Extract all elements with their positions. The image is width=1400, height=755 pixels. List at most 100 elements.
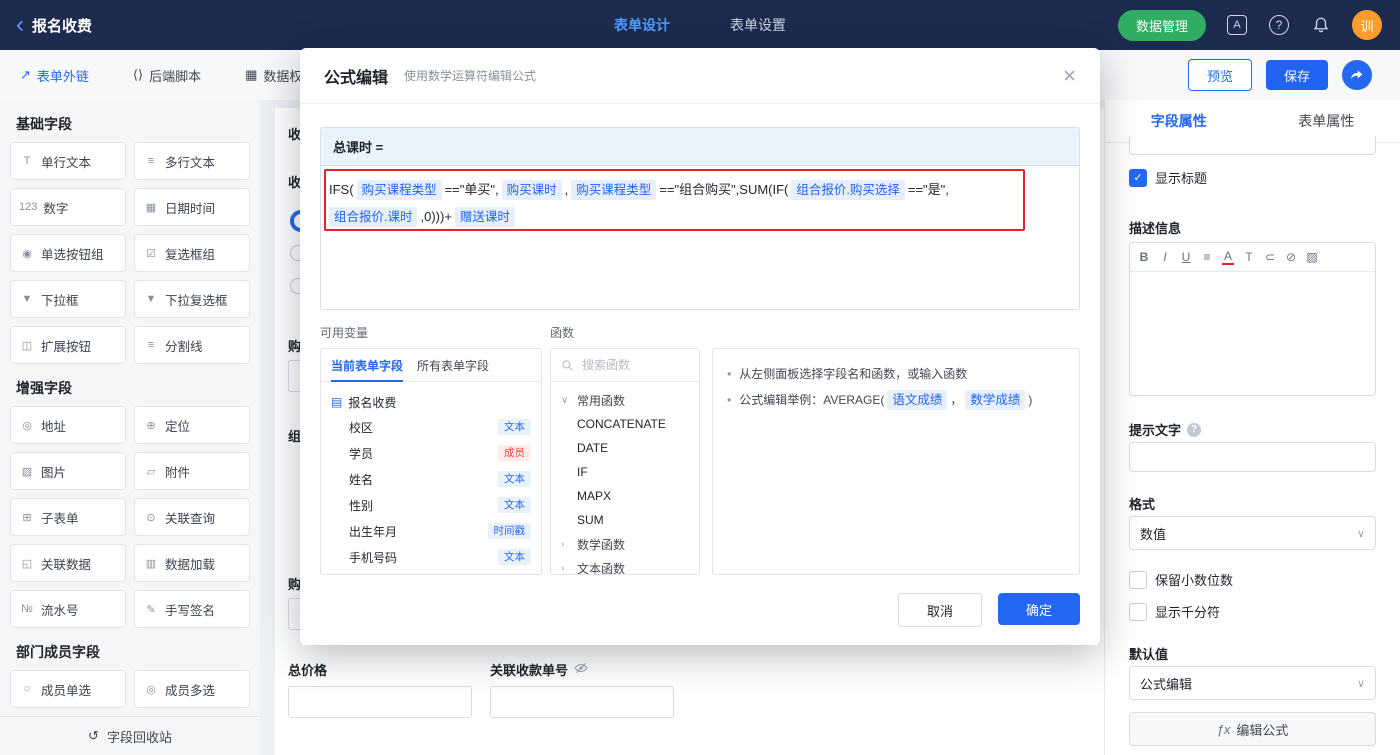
thousand-separator-checkbox-row[interactable]: 显示千分符 — [1129, 602, 1220, 621]
function-group-text[interactable]: › 文本函数 — [561, 556, 689, 575]
show-title-checkbox[interactable]: ✓ — [1129, 168, 1147, 187]
keep-decimal-checkbox-row[interactable]: 保留小数位数 — [1129, 570, 1233, 589]
field-item-member-single[interactable]: ○ 成员单选 — [10, 670, 126, 708]
field-label: 附件 — [165, 465, 191, 480]
field-recycle-bin[interactable]: ↺ 字段回收站 — [0, 716, 260, 755]
underline-icon[interactable]: U — [1180, 250, 1192, 264]
related-receipt-input[interactable] — [490, 686, 674, 718]
function-group-common[interactable]: ∨ 常用函数 — [561, 388, 689, 412]
insert-image-icon[interactable]: ▨ — [1306, 250, 1318, 264]
field-item-dropdown-multiselect[interactable]: ▼ 下拉复选框 — [134, 280, 250, 318]
field-item-data-load[interactable]: ▥ 数据加载 — [134, 544, 250, 582]
function-item-sum[interactable]: SUM — [561, 508, 689, 532]
formula-field-chip[interactable]: 购买课程类型 — [571, 180, 657, 200]
formula-field-chip[interactable]: 组合报价.课时 — [329, 207, 418, 227]
field-item-signature[interactable]: ✎ 手写签名 — [134, 590, 250, 628]
variable-row-name[interactable]: 姓名 文本 — [331, 466, 531, 492]
field-item-single-line-text[interactable]: T 单行文本 — [10, 142, 126, 180]
confirm-button[interactable]: 确定 — [998, 593, 1080, 625]
related-receipt-text: 关联收款单号 — [490, 663, 569, 678]
share-icon[interactable] — [1342, 60, 1372, 90]
keep-decimal-checkbox[interactable] — [1129, 570, 1147, 589]
italic-icon[interactable]: I — [1159, 250, 1171, 264]
tab-all-form-fields[interactable]: 所有表单字段 — [417, 349, 489, 381]
field-item-radio-group[interactable]: ◉ 单选按钮组 — [10, 234, 126, 272]
field-item-image[interactable]: ▨ 图片 — [10, 452, 126, 490]
title-input-cropped[interactable] — [1129, 136, 1376, 155]
formula-field-chip[interactable]: 购买课时 — [501, 180, 562, 200]
font-color-icon[interactable]: A — [1222, 249, 1234, 265]
signature-icon: ✎ — [146, 603, 156, 616]
chevron-right-icon: › — [561, 562, 565, 574]
form-external-link[interactable]: ↗ 表单外链 — [20, 66, 89, 85]
chevron-down-icon: ∨ — [1356, 527, 1365, 540]
total-price-input[interactable] — [288, 686, 472, 718]
function-group-math[interactable]: › 数学函数 — [561, 532, 689, 556]
field-item-member-multi[interactable]: ◎ 成员多选 — [134, 670, 250, 708]
align-icon[interactable]: ≡ — [1201, 250, 1213, 264]
formula-field-chip[interactable]: 赠送课时 — [454, 207, 515, 227]
function-item-date[interactable]: DATE — [561, 436, 689, 460]
variable-row-phone[interactable]: 手机号码 文本 — [331, 544, 531, 570]
show-title-checkbox-row[interactable]: ✓ 显示标题 — [1129, 168, 1207, 187]
tab-form-settings[interactable]: 表单设置 — [730, 15, 786, 35]
date-time-icon: ▦ — [145, 201, 157, 214]
formula-editor[interactable]: IFS(购买课程类型 =="单买", 购买课时, 购买课程类型 =="组合购买",SUM… — [321, 166, 1079, 240]
save-button[interactable]: 保存 — [1265, 60, 1328, 90]
field-label: 成员单选 — [41, 683, 92, 698]
field-item-address[interactable]: ◎ 地址 — [10, 406, 126, 444]
chevron-down-icon: ∨ — [561, 394, 569, 406]
bold-icon[interactable]: B — [1138, 250, 1150, 264]
link-icon[interactable]: ⊂ — [1264, 250, 1276, 264]
thousand-separator-checkbox[interactable] — [1129, 602, 1147, 621]
field-item-attachment[interactable]: ▱ 附件 — [134, 452, 250, 490]
close-icon[interactable]: × — [1063, 64, 1076, 86]
hint-text-input[interactable] — [1129, 442, 1376, 472]
field-item-checkbox-group[interactable]: ☑ 复选框组 — [134, 234, 250, 272]
field-item-linked-data[interactable]: ◱ 关联数据 — [10, 544, 126, 582]
cancel-button[interactable]: 取消 — [898, 593, 982, 627]
default-value-select[interactable]: 公式编辑 ∨ — [1129, 666, 1376, 700]
function-item-concatenate[interactable]: CONCATENATE — [561, 412, 689, 436]
field-item-linked-query[interactable]: ⊙ 关联查询 — [134, 498, 250, 536]
formula-target: 总课时 = — [321, 128, 1079, 166]
formula-field-chip[interactable]: 购买课程类型 — [356, 180, 442, 200]
field-item-divider[interactable]: ≡ 分割线 — [134, 326, 250, 364]
bullet-icon: • — [727, 393, 732, 407]
tab-current-form-fields[interactable]: 当前表单字段 — [331, 349, 404, 382]
properties-panel: 字段属性 表单属性 ✓ 显示标题 描述信息 B I U ≡ A T ⊂ ⊘ ▨ … — [1104, 100, 1400, 755]
tab-form-design[interactable]: 表单设计 — [614, 15, 670, 35]
richtext-toolbar: B I U ≡ A T ⊂ ⊘ ▨ — [1130, 243, 1375, 272]
formula-field-chip[interactable]: 组合报价.购买选择 — [791, 180, 905, 200]
font-size-icon[interactable]: T — [1243, 250, 1255, 264]
function-search-input[interactable] — [580, 357, 684, 373]
variable-row-student[interactable]: 学员 成员 — [331, 440, 531, 466]
show-title-label: 显示标题 — [1155, 171, 1208, 186]
field-item-location[interactable]: ⊕ 定位 — [134, 406, 250, 444]
member-single-icon: ○ — [23, 683, 31, 695]
field-item-date-time[interactable]: ▦ 日期时间 — [134, 188, 250, 226]
edit-formula-button[interactable]: ƒx 编辑公式 — [1129, 712, 1376, 746]
tree-root-form[interactable]: ▤ 报名收费 — [331, 390, 531, 414]
help-example-separator: ， — [950, 393, 963, 407]
variable-row-birthdate[interactable]: 出生年月 时间戳 — [331, 518, 531, 544]
backend-script-link[interactable]: ⟨⟩ 后端脚本 — [133, 66, 201, 85]
hint-help-icon[interactable]: ? — [1187, 422, 1202, 437]
description-editor[interactable]: B I U ≡ A T ⊂ ⊘ ▨ — [1129, 242, 1376, 396]
field-item-subform[interactable]: ⊞ 子表单 — [10, 498, 126, 536]
function-item-if[interactable]: IF — [561, 460, 689, 484]
format-text: 格式 — [1129, 497, 1156, 512]
function-item-mapx[interactable]: MAPX — [561, 484, 689, 508]
variable-row-gender[interactable]: 性别 文本 — [331, 492, 531, 518]
function-search[interactable] — [551, 349, 699, 382]
unlink-icon[interactable]: ⊘ — [1285, 250, 1297, 264]
field-item-extend-button[interactable]: ◫ 扩展按钮 — [10, 326, 126, 364]
field-item-dropdown[interactable]: ▼ 下拉框 — [10, 280, 126, 318]
field-item-multi-line-text[interactable]: ≡ 多行文本 — [134, 142, 250, 180]
form-tools: ↗ 表单外链 ⟨⟩ 后端脚本 ▦ 数据权限 — [0, 66, 315, 85]
variable-row-campus[interactable]: 校区 文本 — [331, 414, 531, 440]
field-item-number[interactable]: 123 数字 — [10, 188, 126, 226]
field-item-serial-number[interactable]: № 流水号 — [10, 590, 126, 628]
format-select[interactable]: 数值 ∨ — [1129, 516, 1376, 550]
preview-button[interactable]: 预览 — [1187, 59, 1252, 91]
